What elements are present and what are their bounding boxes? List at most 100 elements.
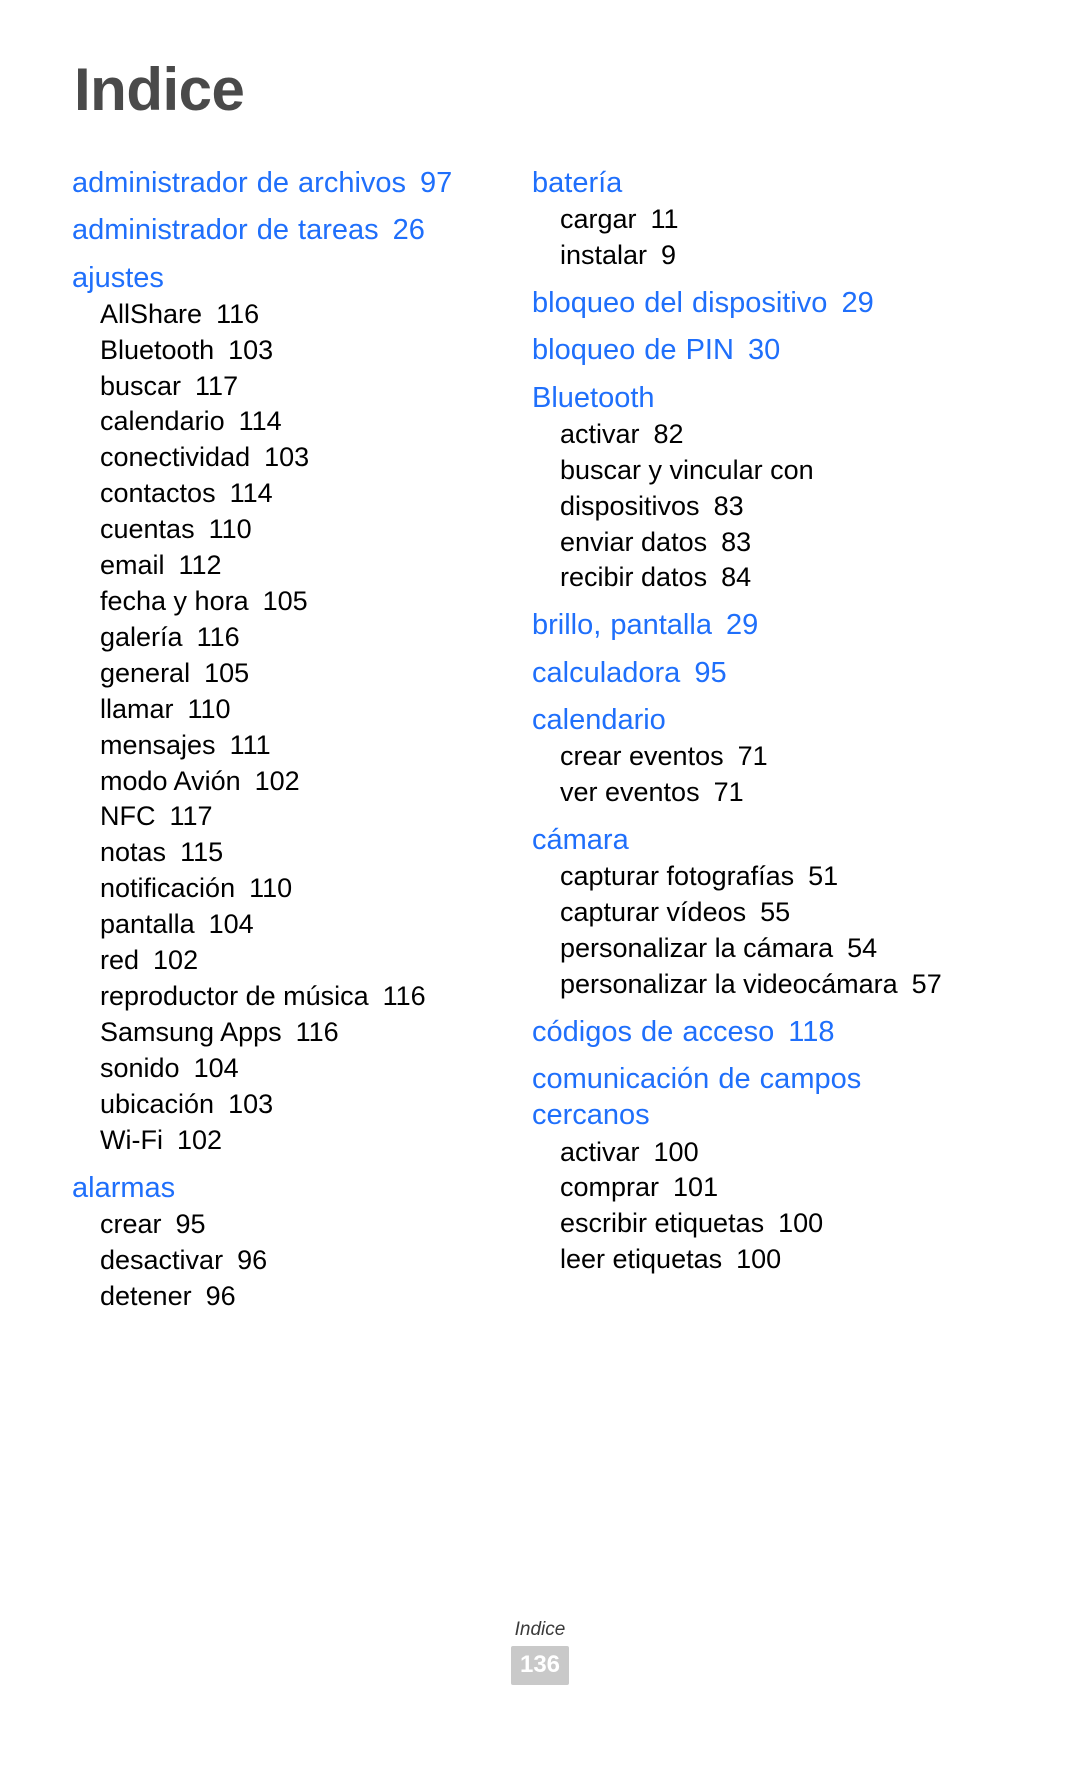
index-sub-label: activar (560, 1136, 640, 1167)
index-sub-item[interactable]: ver eventos 71 (532, 775, 964, 811)
index-sub-label: Samsung Apps (100, 1016, 282, 1047)
index-page: Indice administrador de archivos 97 admin… (0, 0, 1080, 1771)
index-sub-item[interactable]: notas 115 (72, 835, 504, 871)
index-sub-page: 54 (847, 932, 878, 963)
index-sub-list: crear eventos 71 ver eventos 71 (532, 739, 964, 811)
index-sub-item[interactable]: instalar 9 (532, 238, 964, 274)
index-sub-page: 116 (196, 621, 240, 652)
page-title: Indice (74, 56, 245, 123)
index-sub-item[interactable]: modo Avión 102 (72, 764, 504, 800)
index-sub-item[interactable]: sonido 104 (72, 1051, 504, 1087)
index-sub-label: capturar vídeos (560, 897, 747, 928)
index-sub-item[interactable]: leer etiquetas 100 (532, 1242, 964, 1278)
index-sub-item[interactable]: personalizar la videocámara 57 (532, 967, 964, 1003)
index-group-heading[interactable]: ajustes (72, 260, 504, 296)
index-sub-item[interactable]: capturar vídeos 55 (532, 895, 964, 931)
index-group-heading[interactable]: comunicación de campos cercanos (532, 1061, 964, 1134)
index-sub-item[interactable]: escribir etiquetas 100 (532, 1206, 964, 1242)
index-sub-item[interactable]: llamar 110 (72, 692, 504, 728)
index-sub-label: comprar (560, 1172, 660, 1203)
index-group-label: ajustes (72, 261, 164, 294)
index-sub-page: 103 (264, 442, 310, 473)
index-sub-page: 114 (238, 406, 282, 437)
index-sub-item[interactable]: NFC 117 (72, 799, 504, 835)
index-sub-item[interactable]: Wi-Fi 102 (72, 1123, 504, 1159)
index-sub-item[interactable]: activar 100 (532, 1135, 964, 1171)
index-sub-item[interactable]: AllShare 116 (72, 297, 504, 333)
index-group-heading[interactable]: cámara (532, 822, 964, 858)
index-sub-page: 100 (778, 1208, 824, 1239)
index-sub-page: 83 (721, 526, 752, 557)
index-sub-item[interactable]: activar 82 (532, 417, 964, 453)
index-sub-item[interactable]: red 102 (72, 943, 504, 979)
index-sub-item[interactable]: comprar 101 (532, 1170, 964, 1206)
index-group-heading[interactable]: Bluetooth (532, 380, 964, 416)
index-group-label: calendario (532, 703, 666, 736)
index-sub-label: ubicación (100, 1088, 215, 1119)
index-sub-item[interactable]: capturar fotografías 51 (532, 859, 964, 895)
index-sub-page: 114 (229, 478, 273, 509)
index-group-heading[interactable]: administrador de tareas 26 (72, 212, 504, 248)
index-sub-page: 104 (208, 909, 254, 940)
index-group: administrador de archivos 97 (72, 165, 504, 201)
index-sub-item[interactable]: buscar 117 (72, 369, 504, 405)
index-group-label: administrador de tareas (72, 214, 379, 247)
index-sub-label: cargar (560, 204, 637, 235)
index-sub-label: cuentas (100, 514, 195, 545)
index-group-heading[interactable]: calendario (532, 702, 964, 738)
index-group-heading[interactable]: bloqueo del dispositivo 29 (532, 285, 964, 321)
index-group-heading[interactable]: bloqueo de PIN 30 (532, 332, 964, 368)
index-sub-item[interactable]: calendario 114 (72, 404, 504, 440)
index-group-heading[interactable]: batería (532, 165, 964, 201)
index-group-heading[interactable]: alarmas (72, 1170, 504, 1206)
index-sub-item[interactable]: personalizar la cámara 54 (532, 931, 964, 967)
index-group-page: 97 (420, 167, 453, 199)
index-sub-item[interactable]: notificación 110 (72, 871, 504, 907)
index-sub-label: contactos (100, 478, 216, 509)
index-sub-item[interactable]: contactos 114 (72, 476, 504, 512)
index-sub-item[interactable]: pantalla 104 (72, 907, 504, 943)
index-group-heading[interactable]: brillo, pantalla 29 (532, 607, 964, 643)
index-sub-page: 111 (229, 729, 271, 760)
index-sub-page: 101 (673, 1172, 719, 1203)
index-sub-item[interactable]: fecha y hora 105 (72, 584, 504, 620)
index-sub-label: NFC (100, 801, 156, 832)
index-sub-label: calendario (100, 406, 225, 437)
index-sub-item[interactable]: buscar y vincular con dispositivos 83 (532, 453, 964, 525)
index-group-heading[interactable]: calculadora 95 (532, 655, 964, 691)
index-sub-label: modo Avión (100, 765, 241, 796)
index-sub-page: 110 (249, 873, 293, 904)
index-group-heading[interactable]: códigos de acceso 118 (532, 1014, 964, 1050)
index-sub-item[interactable]: cargar 11 (532, 202, 964, 238)
index-sub-page: 110 (187, 693, 231, 724)
index-sub-label: Wi-Fi (100, 1124, 163, 1155)
index-sub-label: mensajes (100, 729, 216, 760)
index-sub-item[interactable]: email 112 (72, 548, 504, 584)
index-sub-label: red (100, 945, 140, 976)
index-group-heading[interactable]: administrador de archivos 97 (72, 165, 504, 201)
index-sub-item[interactable]: crear 95 (72, 1207, 504, 1243)
index-group-label: batería (532, 167, 623, 199)
index-sub-item[interactable]: conectividad 103 (72, 440, 504, 476)
index-sub-label: Bluetooth (100, 334, 215, 365)
index-sub-item[interactable]: crear eventos 71 (532, 739, 964, 775)
index-group: brillo, pantalla 29 (532, 607, 964, 643)
index-sub-page: 83 (713, 490, 744, 521)
index-group: batería cargar 11 instalar 9 (532, 165, 964, 274)
index-sub-item[interactable]: desactivar 96 (72, 1243, 504, 1279)
index-sub-item[interactable]: galería 116 (72, 620, 504, 656)
index-sub-item[interactable]: Bluetooth 103 (72, 333, 504, 369)
index-sub-item[interactable]: enviar datos 83 (532, 525, 964, 561)
index-sub-item[interactable]: reproductor de música 116 (72, 979, 504, 1015)
index-group: Bluetooth activar 82 buscar y vincular co… (532, 380, 964, 597)
index-sub-list: crear 95 desactivar 96 detener 96 (72, 1207, 504, 1315)
index-sub-item[interactable]: mensajes 111 (72, 728, 504, 764)
index-sub-label: detener (100, 1280, 192, 1311)
index-sub-item[interactable]: detener 96 (72, 1279, 504, 1315)
index-sub-item[interactable]: ubicación 103 (72, 1087, 504, 1123)
index-sub-item[interactable]: cuentas 110 (72, 512, 504, 548)
index-sub-page: 95 (175, 1208, 206, 1239)
index-sub-item[interactable]: Samsung Apps 116 (72, 1015, 504, 1051)
index-sub-item[interactable]: general 105 (72, 656, 504, 692)
index-sub-item[interactable]: recibir datos 84 (532, 560, 964, 596)
